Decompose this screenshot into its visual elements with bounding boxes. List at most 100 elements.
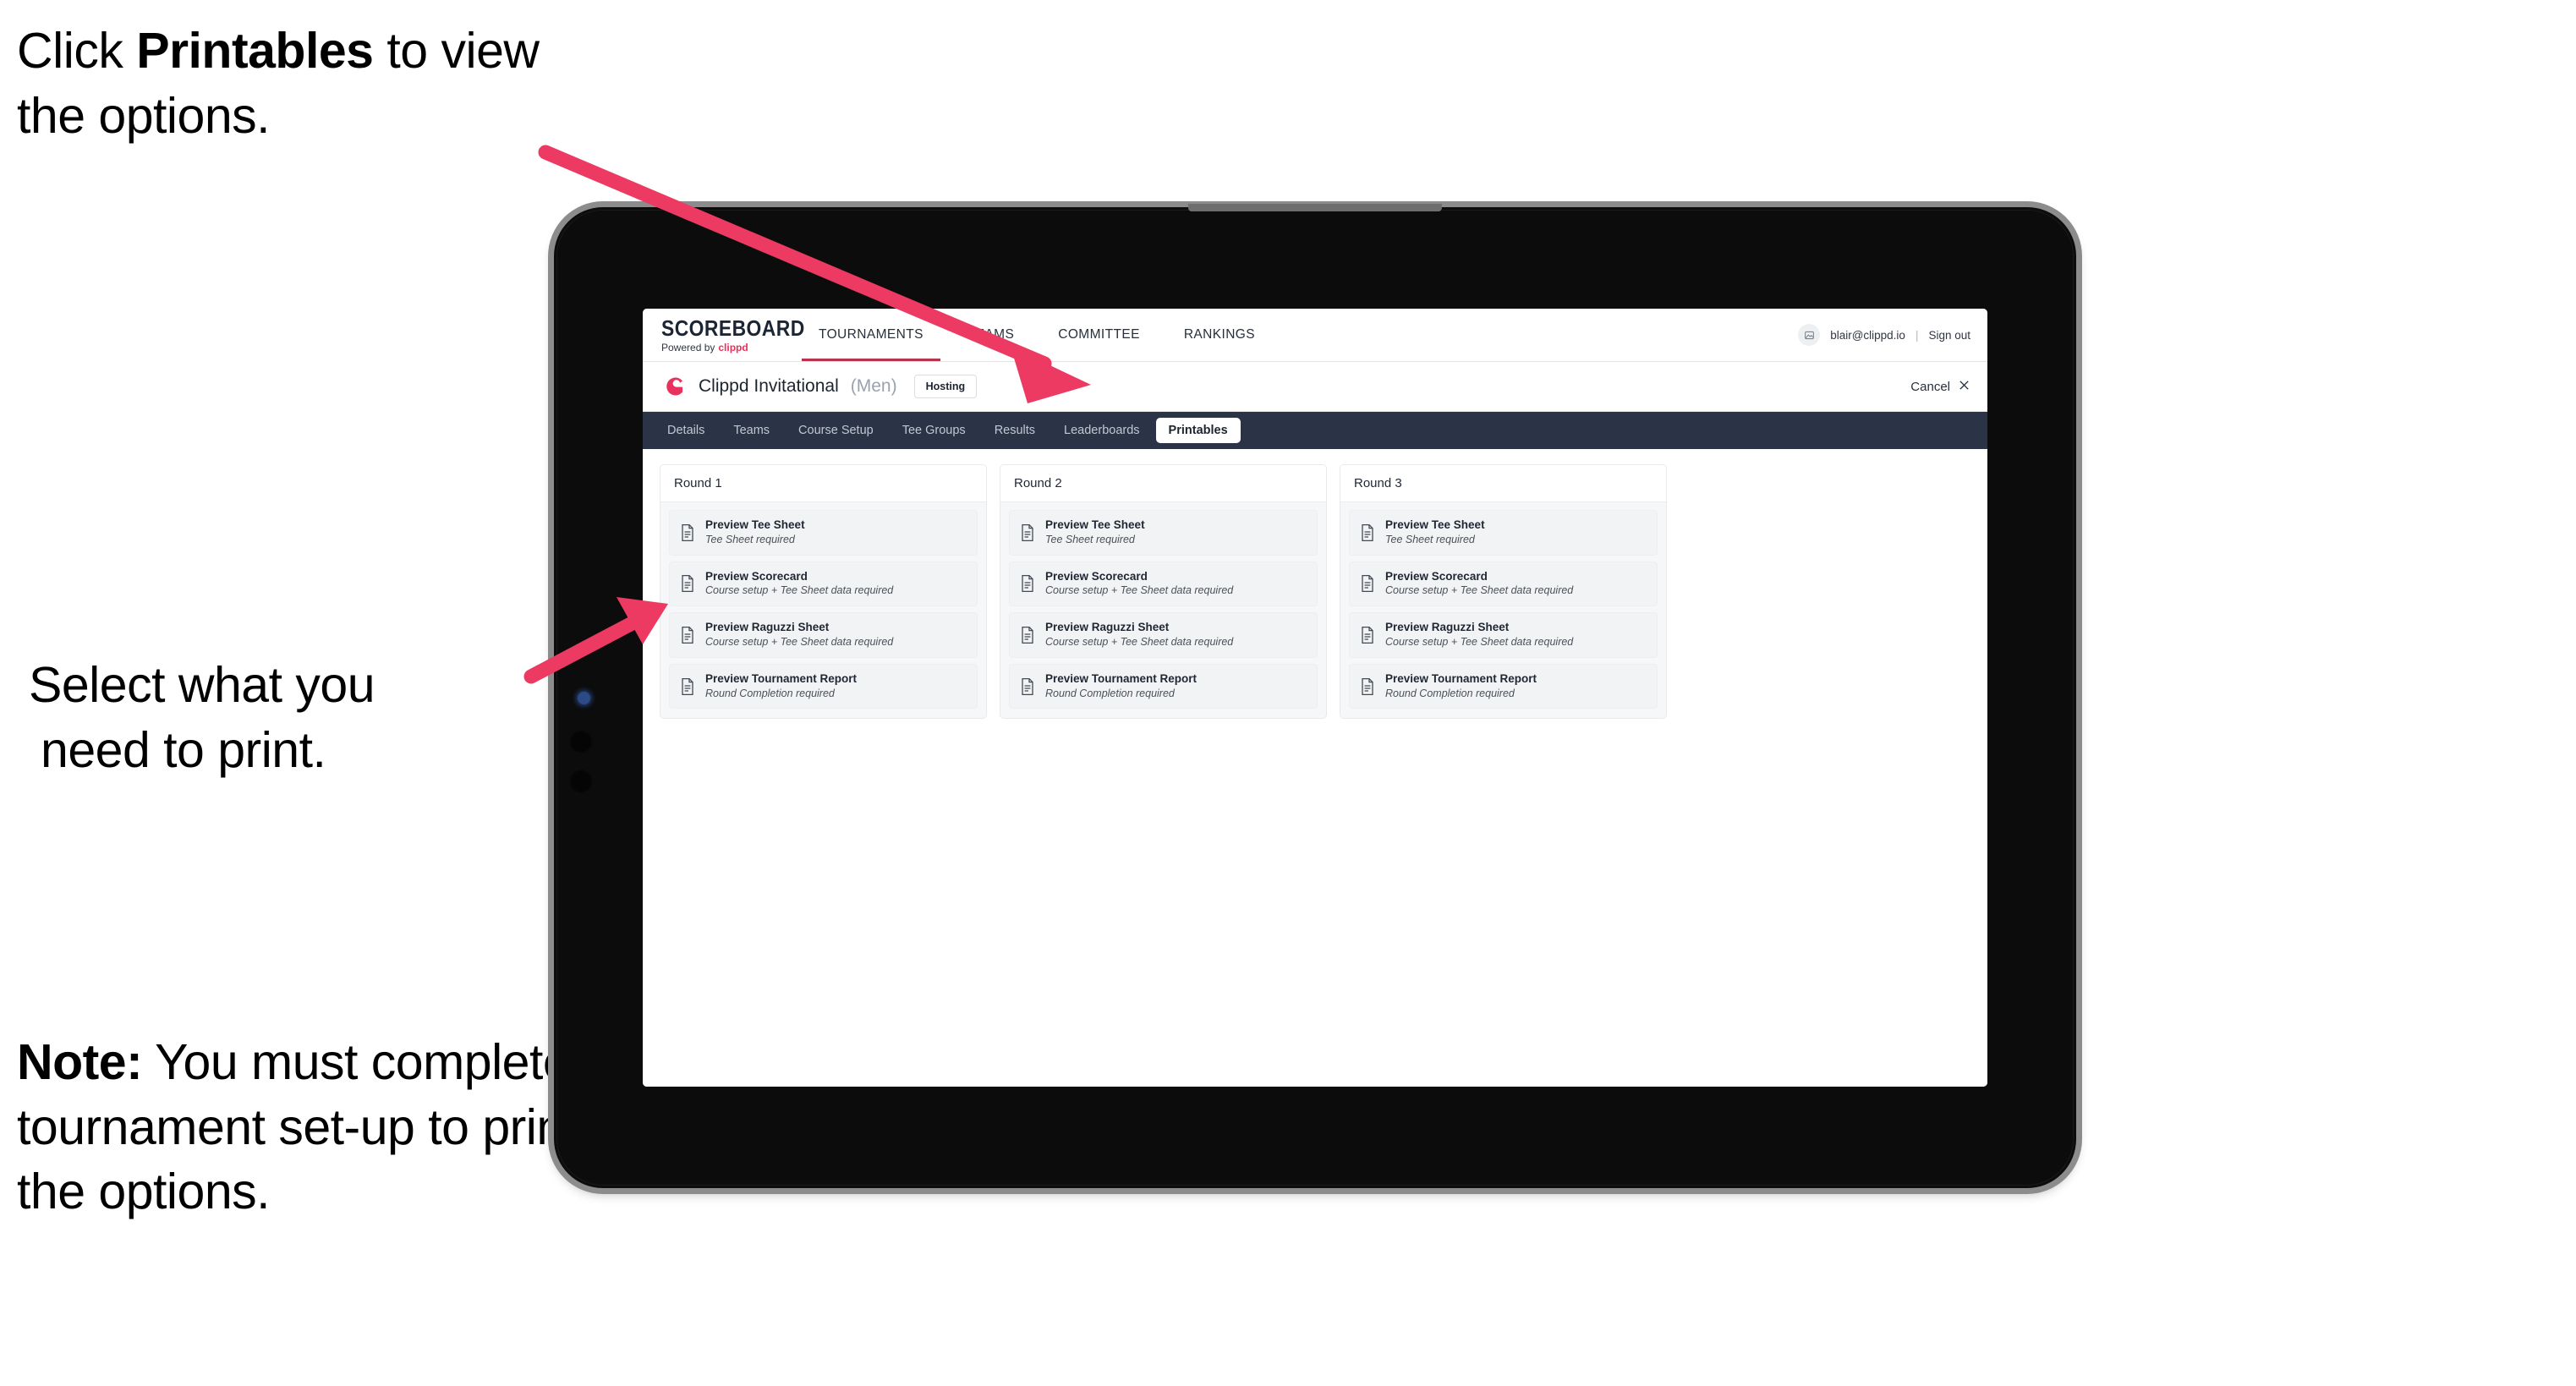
document-icon: [1020, 626, 1035, 644]
printable-subtitle: Tee Sheet required: [705, 533, 795, 545]
printable-title: Preview Tournament Report: [1045, 671, 1198, 685]
printable-row-tee-sheet[interactable]: Preview Tee Sheet Tee Sheet required: [669, 510, 978, 556]
annotation-select-line1: Select what you: [29, 657, 375, 713]
cancel-label: Cancel: [1910, 379, 1950, 394]
printable-row-raguzzi-sheet[interactable]: Preview Raguzzi Sheet Course setup + Tee…: [1349, 612, 1658, 658]
tournament-header-row: Clippd Invitational (Men) Hosting Cancel: [643, 362, 1987, 412]
tablet-device: SCOREBOARD Powered by clippd TOURNAMENTS…: [554, 204, 2076, 1188]
annotation-note-bold: Note:: [17, 1034, 143, 1090]
brand-powered-by-label: Powered by: [661, 342, 715, 353]
printable-title: Preview Raguzzi Sheet: [705, 621, 830, 634]
tablet-volume-up-button[interactable]: [569, 730, 593, 753]
tournament-name: Clippd Invitational: [699, 376, 839, 396]
round-3-items: Preview Tee Sheet Tee Sheet required Pre…: [1340, 502, 1666, 719]
printable-subtitle: Course setup + Tee Sheet data required: [705, 584, 894, 597]
app-screen: SCOREBOARD Powered by clippd TOURNAMENTS…: [643, 309, 1987, 1087]
tab-leaderboards[interactable]: Leaderboards: [1051, 418, 1153, 443]
document-icon: [1360, 677, 1375, 696]
printable-title: Preview Scorecard: [1385, 569, 1488, 583]
tablet-speaker-strip: [1188, 204, 1442, 211]
document-icon: [1360, 574, 1375, 593]
document-icon: [1360, 626, 1375, 644]
main-nav: TOURNAMENTS TEAMS COMMITTEE RANKINGS: [797, 309, 1277, 361]
annotation-select-what-to-print: Select what you need to print.: [29, 653, 570, 782]
printable-title: Preview Scorecard: [705, 569, 808, 583]
close-x-icon: [1958, 379, 1970, 395]
printable-subtitle: Round Completion required: [1045, 687, 1175, 699]
printable-row-raguzzi-sheet[interactable]: Preview Raguzzi Sheet Course setup + Tee…: [669, 612, 978, 658]
account-area: blair@clippd.io | Sign out: [1798, 309, 1987, 361]
annotation-click-pre: Click: [17, 23, 137, 79]
account-email: blair@clippd.io: [1830, 328, 1905, 342]
annotation-select-line2: need to print.: [41, 721, 326, 778]
tab-tee-groups[interactable]: Tee Groups: [890, 418, 978, 443]
printable-title: Preview Tournament Report: [1385, 671, 1537, 685]
document-icon: [680, 574, 695, 593]
round-2-title: Round 2: [1000, 465, 1326, 502]
sign-out-link[interactable]: Sign out: [1928, 329, 1970, 342]
printable-subtitle: Round Completion required: [1385, 687, 1515, 699]
brand-logo[interactable]: SCOREBOARD Powered by clippd: [643, 309, 805, 361]
tab-details[interactable]: Details: [655, 418, 717, 443]
printable-row-tee-sheet[interactable]: Preview Tee Sheet Tee Sheet required: [1009, 510, 1318, 556]
document-icon: [1020, 677, 1035, 696]
printable-subtitle: Course setup + Tee Sheet data required: [1385, 636, 1574, 649]
round-2-items: Preview Tee Sheet Tee Sheet required Pre…: [1000, 502, 1326, 719]
printables-content: Round 1 Preview Tee Sheet Tee Sheet requ…: [643, 449, 1987, 1087]
printable-title: Preview Raguzzi Sheet: [1385, 621, 1510, 634]
document-icon: [680, 677, 695, 696]
main-nav-item-tournaments[interactable]: TOURNAMENTS: [797, 309, 945, 361]
printable-row-scorecard[interactable]: Preview Scorecard Course setup + Tee She…: [669, 561, 978, 607]
tab-course-setup[interactable]: Course Setup: [786, 418, 886, 443]
round-column-2: Round 2 Preview Tee Sheet Tee Sheet requ…: [1000, 464, 1327, 720]
printable-title: Preview Tee Sheet: [1385, 518, 1485, 531]
tablet-volume-down-button[interactable]: [569, 770, 593, 793]
tab-printables[interactable]: Printables: [1155, 418, 1241, 443]
annotation-click-bold: Printables: [136, 23, 374, 79]
printable-row-tournament-report[interactable]: Preview Tournament Report Round Completi…: [1009, 663, 1318, 709]
status-badge-hosting[interactable]: Hosting: [913, 375, 978, 398]
document-icon: [1360, 523, 1375, 542]
printable-row-tee-sheet[interactable]: Preview Tee Sheet Tee Sheet required: [1349, 510, 1658, 556]
printable-subtitle: Course setup + Tee Sheet data required: [1045, 636, 1234, 649]
printable-row-scorecard[interactable]: Preview Scorecard Course setup + Tee She…: [1009, 561, 1318, 607]
document-icon: [1020, 523, 1035, 542]
printable-title: Preview Raguzzi Sheet: [1045, 621, 1170, 634]
round-column-1: Round 1 Preview Tee Sheet Tee Sheet requ…: [660, 464, 987, 720]
brand-title: SCOREBOARD: [661, 315, 805, 341]
brand-clippd-label: clippd: [718, 342, 748, 353]
clippd-c-logo-icon: [661, 374, 687, 399]
main-nav-item-committee[interactable]: COMMITTEE: [1036, 309, 1162, 361]
tab-results[interactable]: Results: [982, 418, 1048, 443]
printable-row-tournament-report[interactable]: Preview Tournament Report Round Completi…: [669, 663, 978, 709]
main-nav-item-rankings[interactable]: RANKINGS: [1162, 309, 1277, 361]
printable-subtitle: Tee Sheet required: [1385, 533, 1475, 545]
round-3-title: Round 3: [1340, 465, 1666, 502]
printable-subtitle: Course setup + Tee Sheet data required: [1045, 584, 1234, 597]
printable-subtitle: Tee Sheet required: [1045, 533, 1135, 545]
annotation-click-printables: Click Printables to view the options.: [17, 19, 575, 148]
round-column-3: Round 3 Preview Tee Sheet Tee Sheet requ…: [1340, 464, 1667, 720]
printable-subtitle: Round Completion required: [705, 687, 835, 699]
printable-row-tournament-report[interactable]: Preview Tournament Report Round Completi…: [1349, 663, 1658, 709]
printable-title: Preview Scorecard: [1045, 569, 1148, 583]
document-icon: [680, 523, 695, 542]
printable-subtitle: Course setup + Tee Sheet data required: [1385, 584, 1574, 597]
cancel-button[interactable]: Cancel: [1910, 379, 1970, 395]
document-icon: [1020, 574, 1035, 593]
tab-teams[interactable]: Teams: [721, 418, 782, 443]
round-1-title: Round 1: [660, 465, 986, 502]
printable-title: Preview Tee Sheet: [705, 518, 805, 531]
printable-subtitle: Course setup + Tee Sheet data required: [705, 636, 894, 649]
main-nav-item-teams[interactable]: TEAMS: [945, 309, 1036, 361]
top-navigation-bar: SCOREBOARD Powered by clippd TOURNAMENTS…: [643, 309, 1987, 362]
printable-title: Preview Tournament Report: [705, 671, 858, 685]
tournament-gender: (Men): [850, 376, 897, 396]
brand-tagline: Powered by clippd: [661, 342, 797, 353]
printable-row-raguzzi-sheet[interactable]: Preview Raguzzi Sheet Course setup + Tee…: [1009, 612, 1318, 658]
printable-row-scorecard[interactable]: Preview Scorecard Course setup + Tee She…: [1349, 561, 1658, 607]
tablet-led-indicator: [578, 692, 590, 704]
user-avatar-icon[interactable]: [1798, 324, 1821, 346]
round-1-items: Preview Tee Sheet Tee Sheet required Pre…: [660, 502, 986, 719]
sub-navigation-tabs: Details Teams Course Setup Tee Groups Re…: [643, 412, 1987, 449]
